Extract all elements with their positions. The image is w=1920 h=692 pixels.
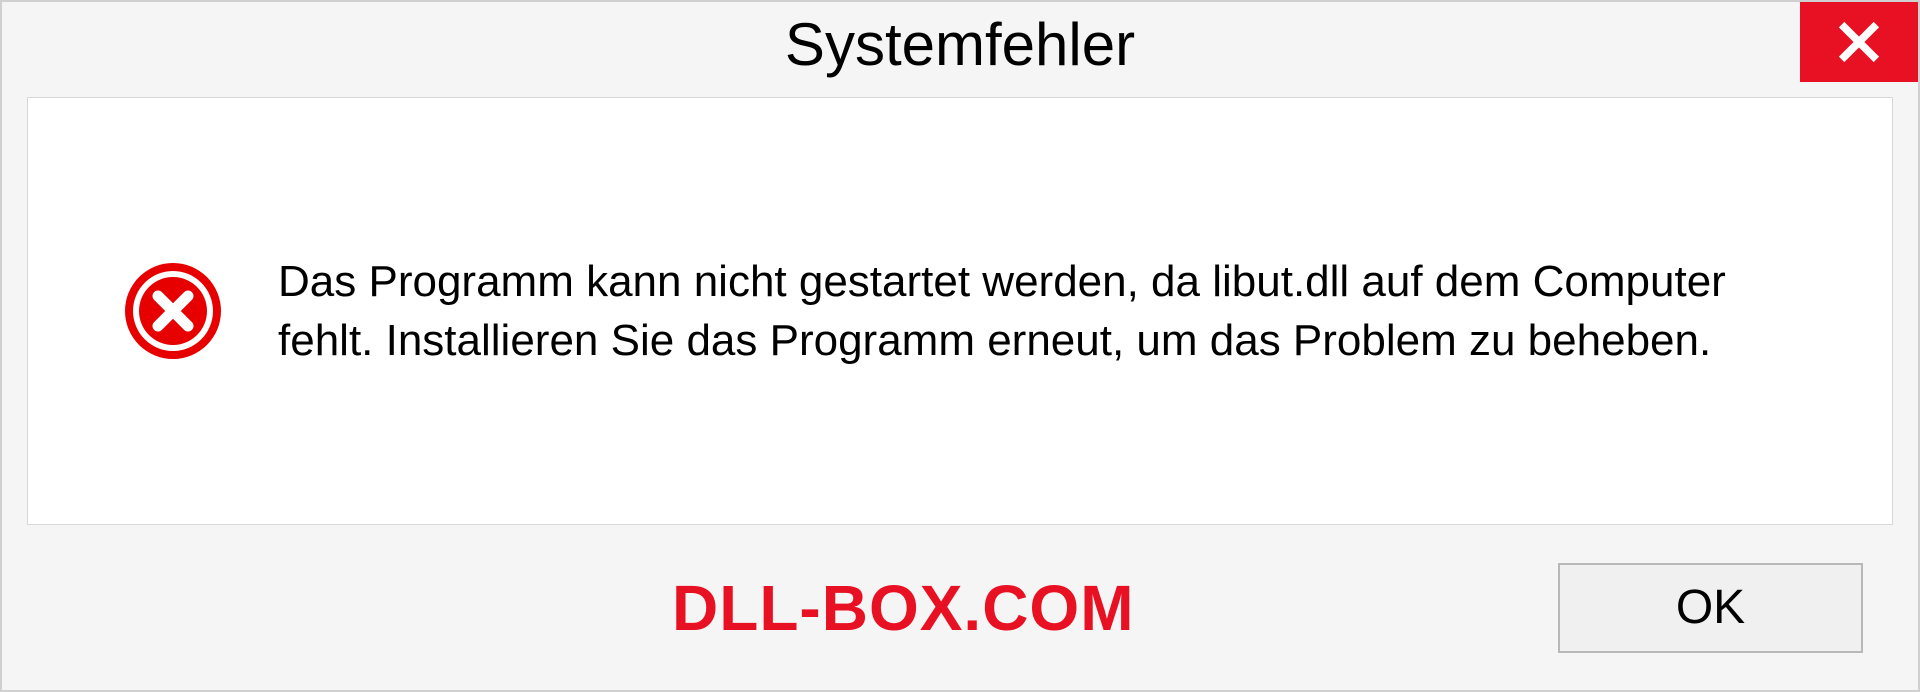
error-message: Das Programm kann nicht gestartet werden… [278,252,1802,371]
ok-button[interactable]: OK [1558,563,1863,653]
close-button[interactable] [1800,2,1918,82]
close-icon [1837,20,1881,64]
message-panel: Das Programm kann nicht gestartet werden… [27,97,1893,525]
content-area: Das Programm kann nicht gestartet werden… [2,97,1918,690]
error-dialog: Systemfehler Das Programm kann nicht ges… [0,0,1920,692]
dialog-title: Systemfehler [785,10,1135,79]
watermark-text: DLL-BOX.COM [672,571,1135,645]
titlebar: Systemfehler [2,2,1918,97]
button-bar: DLL-BOX.COM OK [27,525,1893,690]
ok-button-label: OK [1676,580,1745,635]
error-icon [123,261,223,361]
